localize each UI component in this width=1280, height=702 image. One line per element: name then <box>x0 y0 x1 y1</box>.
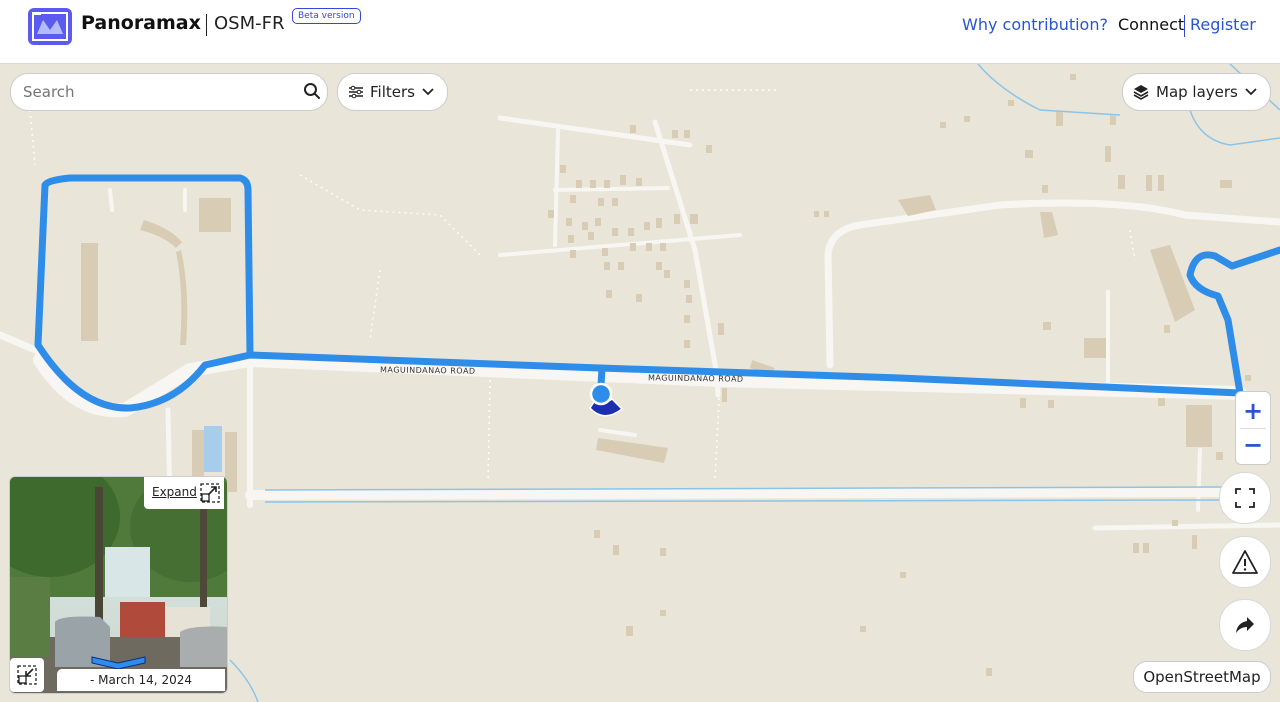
layers-icon <box>1133 84 1149 100</box>
report-button[interactable] <box>1219 536 1271 588</box>
instance-name: OSM-FR <box>214 13 285 34</box>
fullscreen-button[interactable] <box>1219 472 1271 524</box>
panoramax-logo-icon[interactable] <box>28 8 72 45</box>
expand-icon <box>200 483 220 506</box>
brand-name[interactable]: Panoramax <box>81 12 201 34</box>
search-bar <box>10 73 328 111</box>
fullscreen-icon <box>1233 486 1257 510</box>
search-input[interactable] <box>21 81 295 103</box>
sliders-icon <box>348 85 364 99</box>
brand-separator <box>206 14 207 36</box>
chevron-down-icon <box>421 87 435 97</box>
share-button[interactable] <box>1219 599 1271 651</box>
minimize-viewer-button[interactable] <box>10 658 44 692</box>
attribution-link[interactable]: OpenStreetMap <box>1133 661 1271 693</box>
register-link[interactable]: Register <box>1190 15 1256 34</box>
chevron-down-icon <box>1244 87 1258 97</box>
filters-label: Filters <box>370 83 415 101</box>
app-header: Panoramax OSM-FR Beta version Why contri… <box>0 0 1280 64</box>
expand-button[interactable]: Expand <box>144 477 224 509</box>
connect-link[interactable]: Connect <box>1118 15 1184 34</box>
zoom-out-button[interactable]: − <box>1236 428 1270 463</box>
why-contribution-link[interactable]: Why contribution? <box>962 15 1108 34</box>
zoom-in-button[interactable]: + <box>1236 394 1270 429</box>
beta-badge: Beta version <box>292 8 361 24</box>
map-layers-button[interactable]: Map layers <box>1122 73 1271 111</box>
expand-label: Expand <box>152 485 197 499</box>
search-icon[interactable] <box>303 82 321 104</box>
minimize-icon <box>17 665 37 685</box>
auth-separator <box>1184 15 1185 37</box>
road-label: MAGUINDANAO ROAD <box>647 373 744 384</box>
photo-date: - March 14, 2024 <box>57 669 225 691</box>
warning-icon <box>1231 549 1259 575</box>
current-position-marker-icon[interactable] <box>586 381 628 427</box>
filters-button[interactable]: Filters <box>337 73 448 111</box>
share-icon <box>1234 615 1256 635</box>
map-layers-label: Map layers <box>1156 83 1238 101</box>
road-label: MAGUINDANAO ROAD <box>379 365 476 376</box>
zoom-control: + − <box>1235 391 1271 465</box>
